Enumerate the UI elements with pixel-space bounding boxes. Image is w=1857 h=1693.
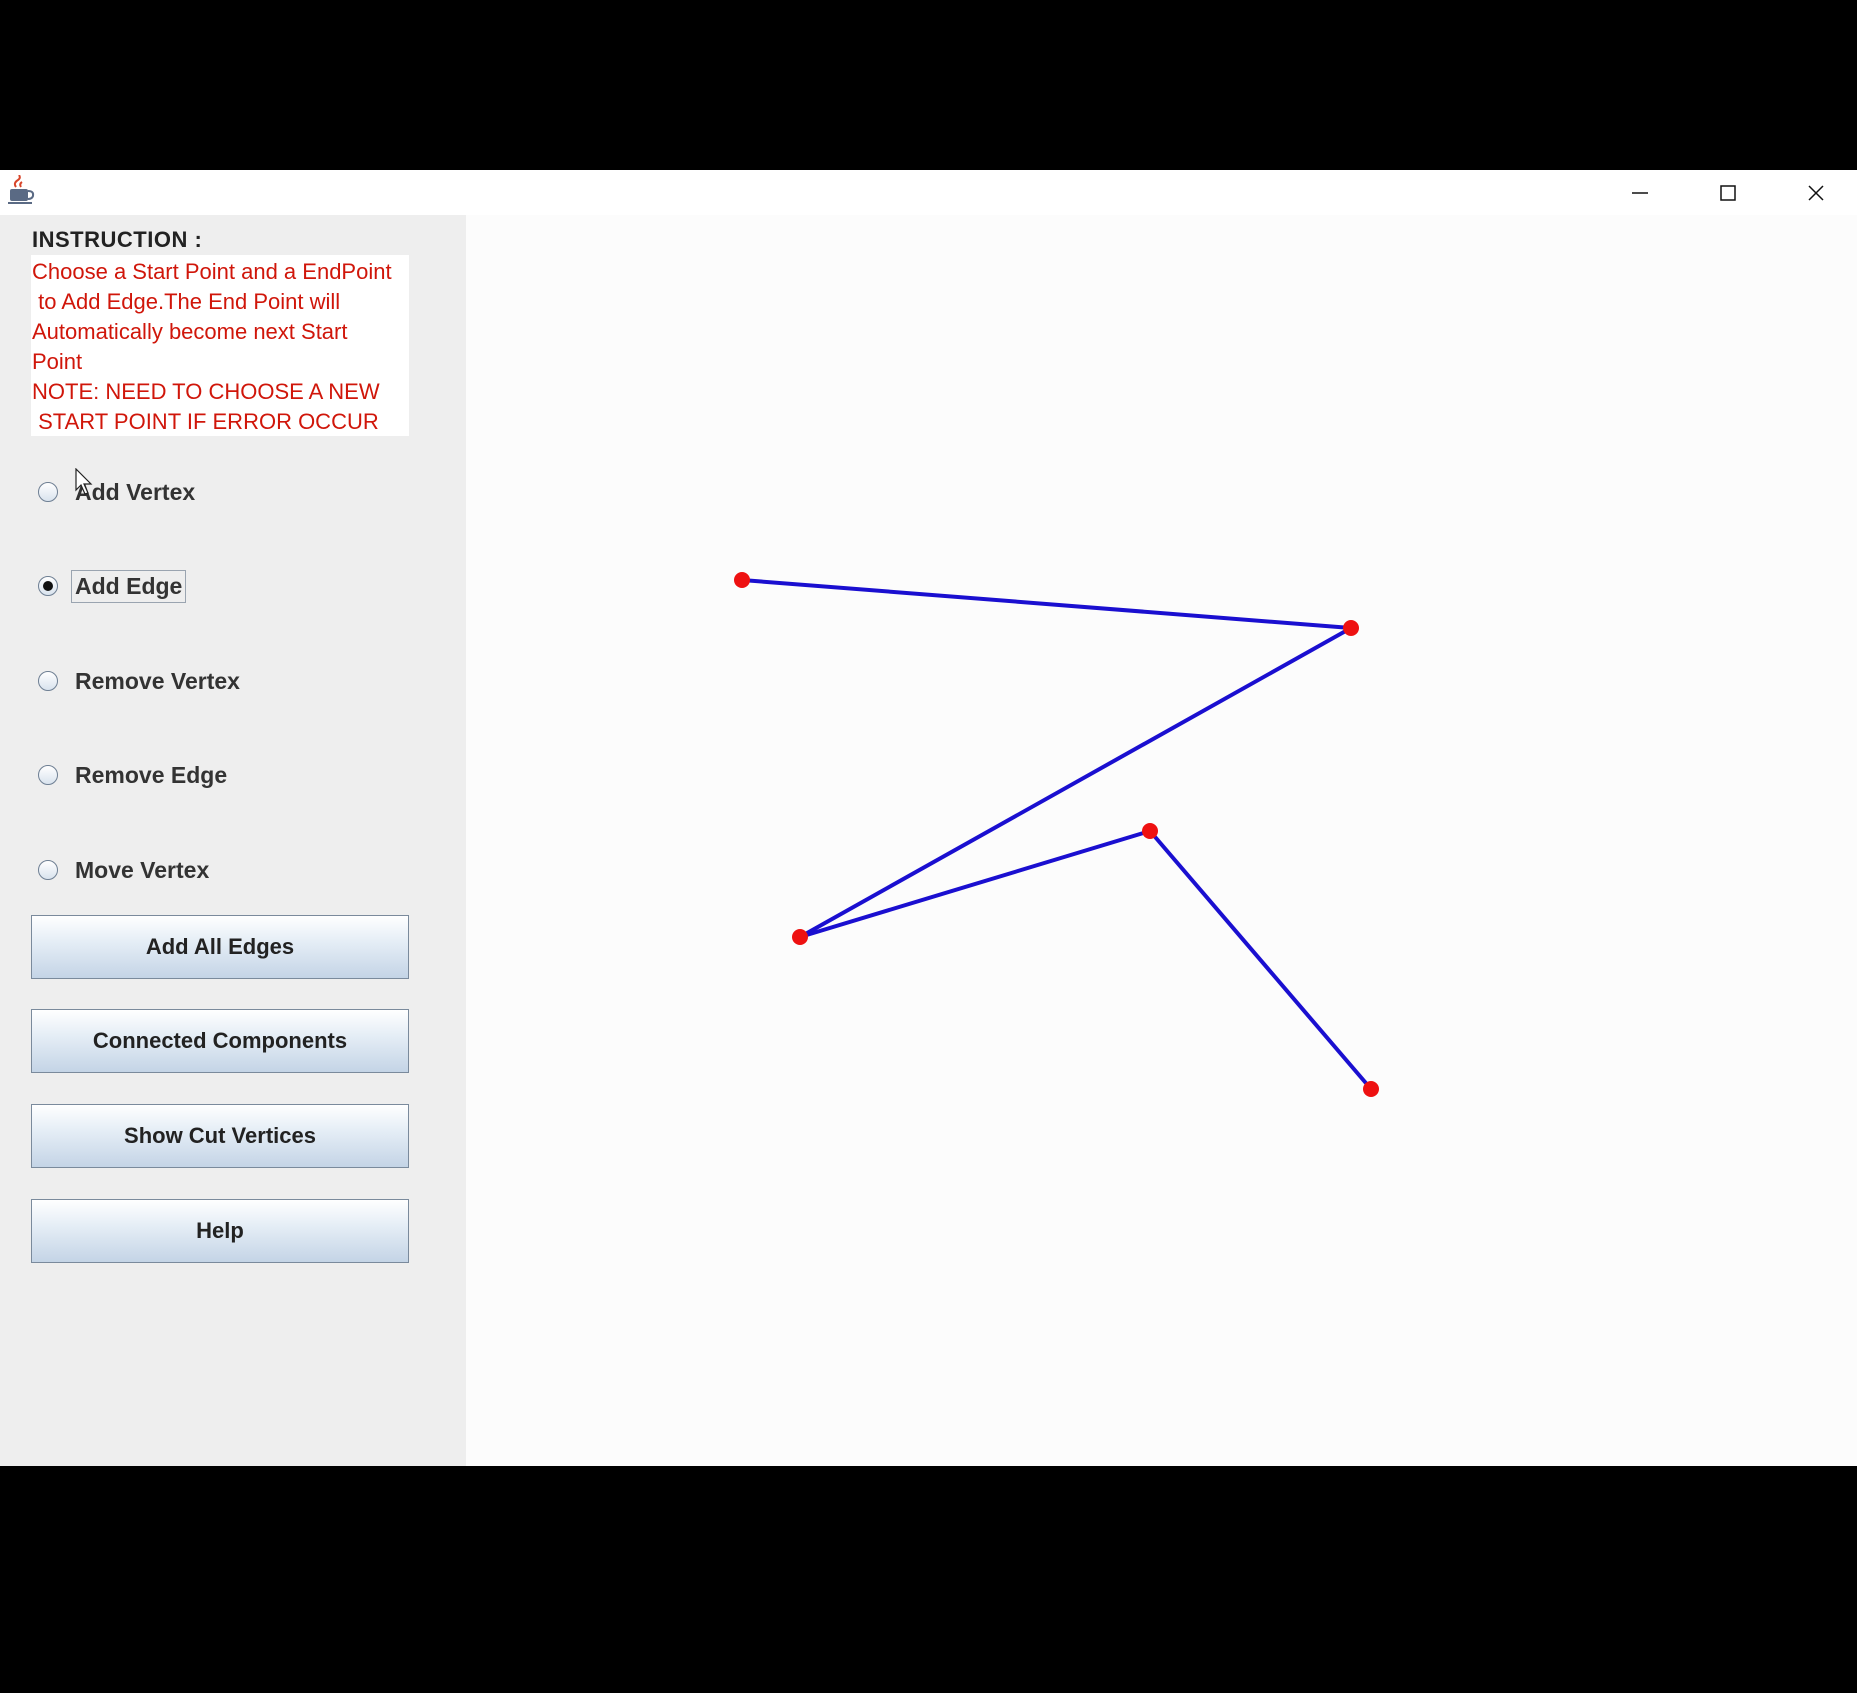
show-cut-vertices-button[interactable]: Show Cut Vertices (31, 1104, 409, 1168)
help-button[interactable]: Help (31, 1199, 409, 1263)
radio-label: Remove Edge (75, 761, 228, 788)
connected-components-button[interactable]: Connected Components (31, 1009, 409, 1073)
graph-edge[interactable] (799, 626, 1352, 939)
radio-remove-vertex[interactable]: Remove Vertex (38, 661, 244, 701)
maximize-icon (1720, 184, 1736, 201)
radio-label: Remove Vertex (75, 667, 240, 694)
radio-button[interactable] (38, 482, 58, 502)
radio-remove-edge[interactable]: Remove Edge (38, 755, 231, 795)
title-bar[interactable] (0, 170, 1857, 215)
app-window: INSTRUCTION : Choose a Start Point and a… (0, 170, 1857, 1466)
radio-label: Add Edge (71, 569, 187, 603)
instruction-line: START POINT IF ERROR OCCUR (32, 409, 379, 434)
close-button[interactable] (1772, 170, 1857, 215)
instruction-line: Choose a Start Point and a EndPoint (32, 259, 392, 284)
radio-add-edge[interactable]: Add Edge (38, 566, 187, 606)
graph-edge[interactable] (799, 829, 1151, 939)
radio-label: Move Vertex (75, 856, 210, 883)
radio-add-vertex[interactable]: Add Vertex (38, 472, 199, 512)
graph-edge[interactable] (1148, 829, 1373, 1091)
minimize-icon (1632, 191, 1648, 194)
radio-button[interactable] (38, 576, 58, 596)
radio-button[interactable] (38, 860, 58, 880)
instruction-line: NOTE: NEED TO CHOOSE A NEW (32, 379, 380, 404)
control-panel: INSTRUCTION : Choose a Start Point and a… (0, 215, 466, 1466)
java-cup-icon (8, 175, 35, 204)
graph-vertex[interactable] (1363, 1081, 1379, 1097)
minimize-button[interactable] (1596, 170, 1684, 215)
close-icon (1808, 184, 1824, 201)
graph-vertex[interactable] (1142, 823, 1158, 839)
instruction-line: Point (32, 349, 83, 374)
maximize-button[interactable] (1684, 170, 1772, 215)
instruction-line: to Add Edge.The End Point will (32, 289, 341, 314)
add-all-edges-button[interactable]: Add All Edges (31, 915, 409, 979)
instruction-title: INSTRUCTION : (32, 227, 203, 252)
graph-edge[interactable] (741, 578, 1352, 630)
instruction-box: Choose a Start Point and a EndPoint to A… (31, 255, 409, 436)
radio-move-vertex[interactable]: Move Vertex (38, 850, 213, 890)
graph-vertex[interactable] (792, 929, 808, 945)
graph-vertex[interactable] (734, 572, 750, 588)
graph-vertex[interactable] (1343, 620, 1359, 636)
graph-canvas[interactable] (466, 215, 1857, 1466)
instruction-line: Automatically become next Start (32, 319, 348, 344)
radio-button[interactable] (38, 765, 58, 785)
radio-button[interactable] (38, 671, 58, 691)
mouse-cursor-icon (75, 468, 93, 495)
